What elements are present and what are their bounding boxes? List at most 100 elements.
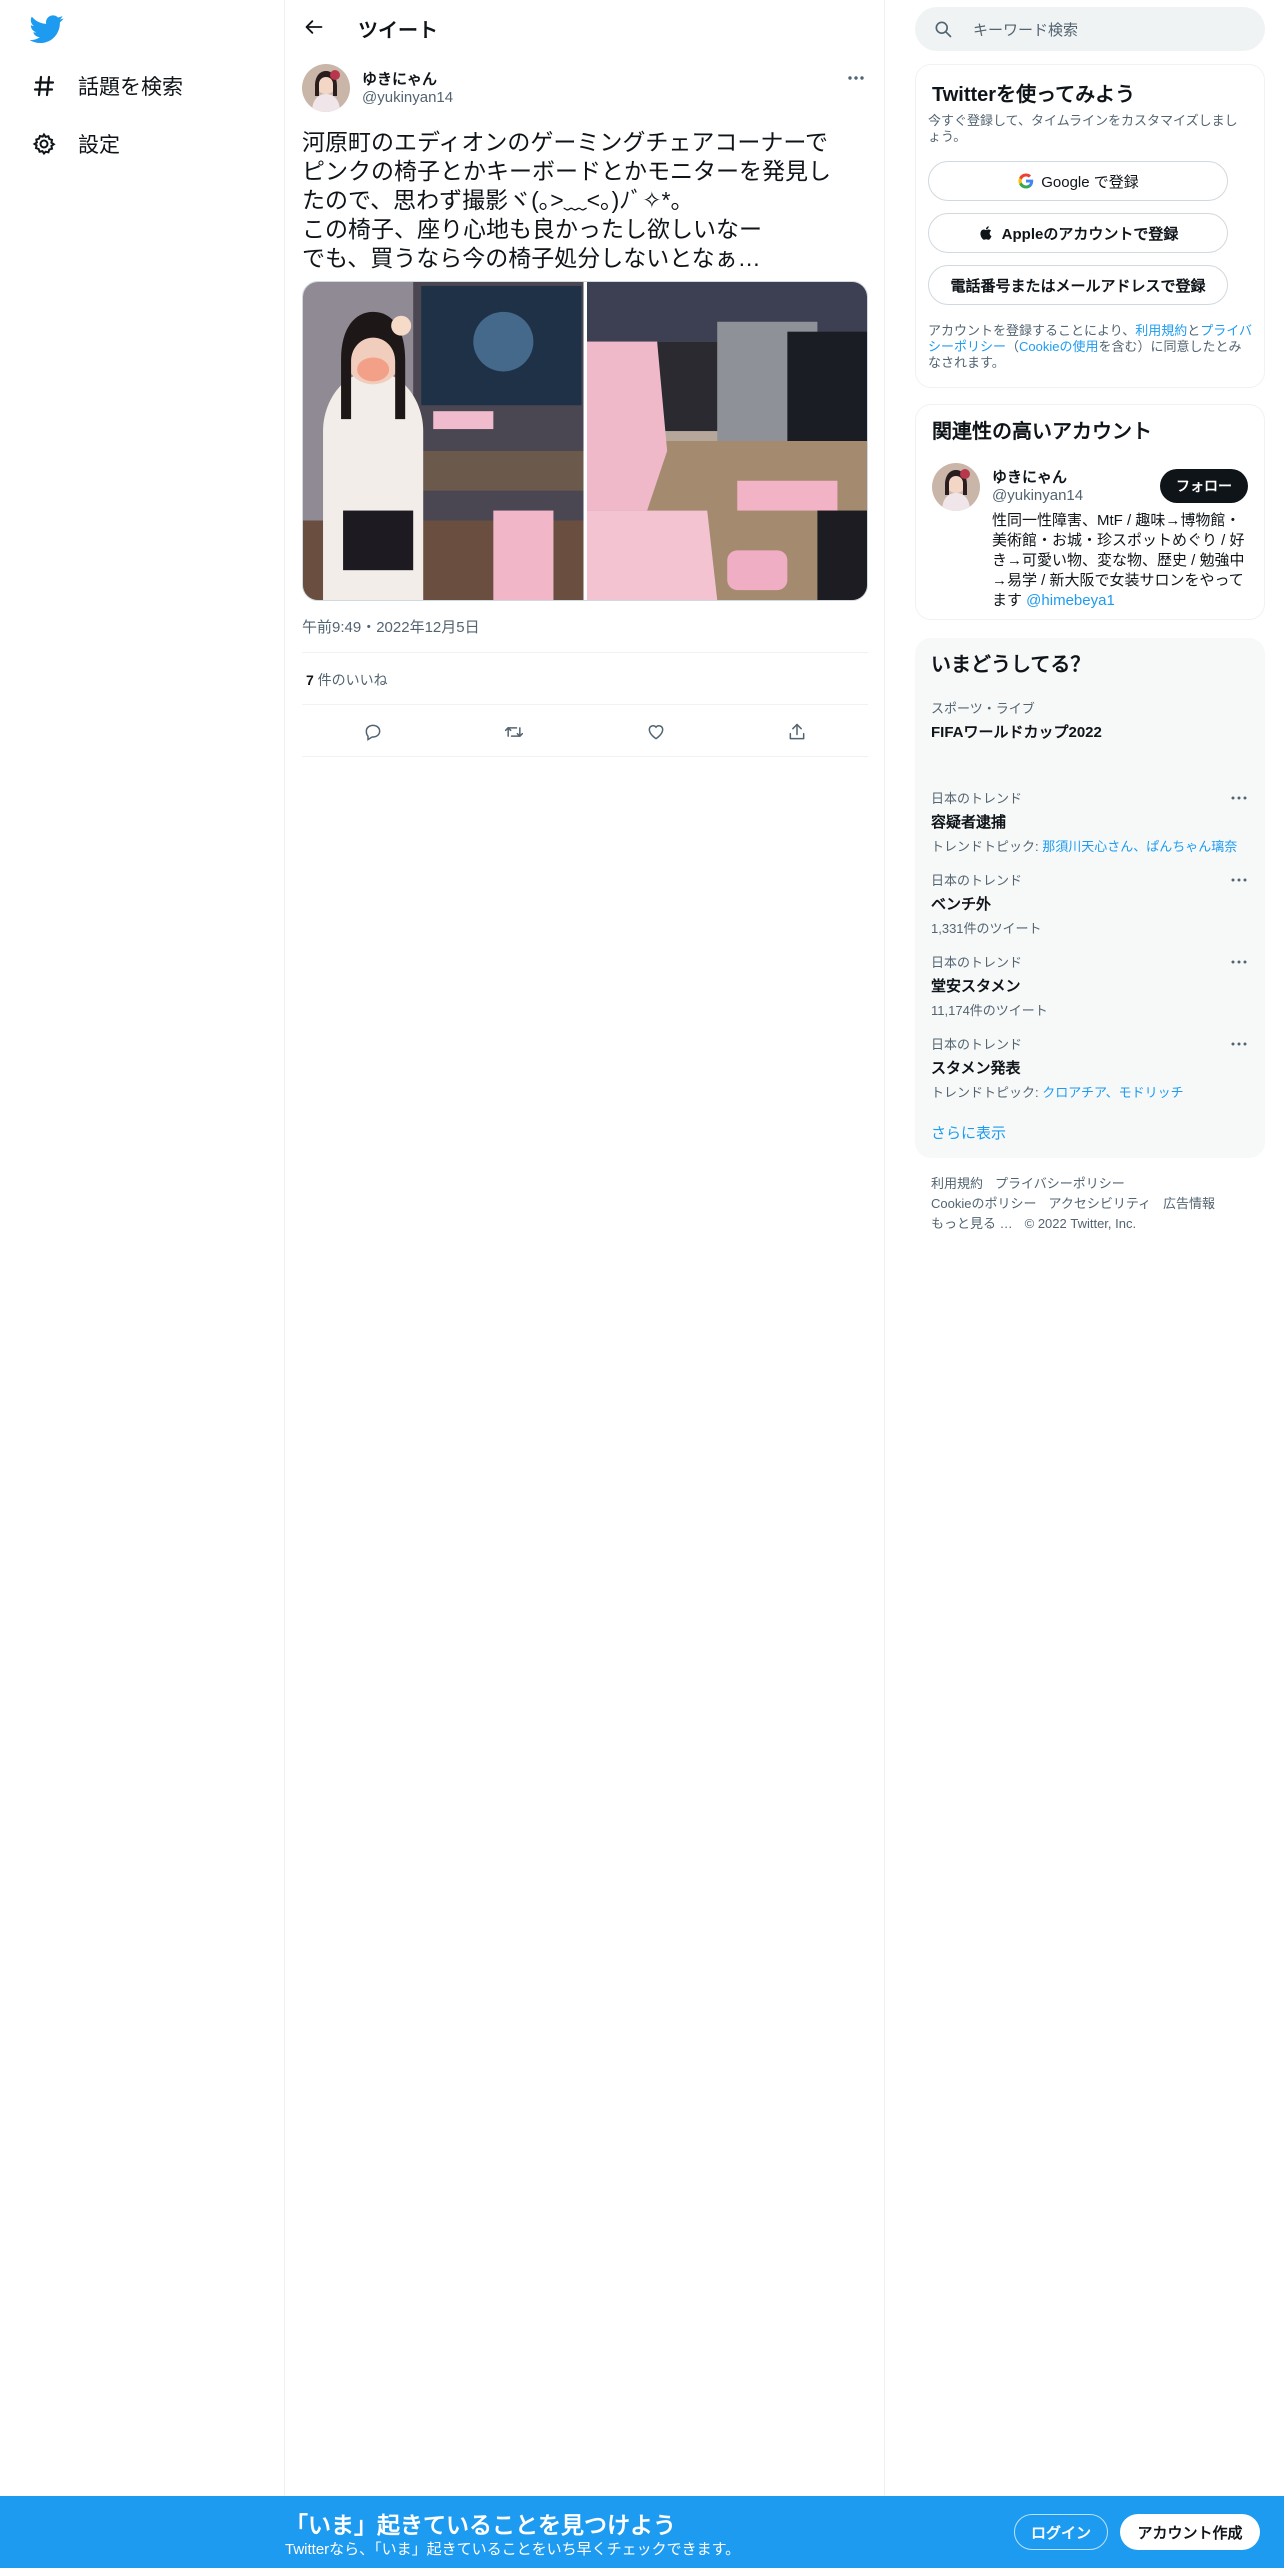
- trend-meta: トレンドトピック: クロアチア、モドリッチ: [931, 1082, 1249, 1101]
- twitter-logo-icon[interactable]: [29, 12, 64, 46]
- related-name[interactable]: ゆきにゃん: [992, 466, 1067, 487]
- trend-name: スタメン発表: [931, 1060, 1021, 1077]
- phone-email-signup-label: 電話番号またはメールアドレスで登録: [950, 277, 1206, 295]
- tweet-timestamp[interactable]: 午前9:49・2022年12月5日: [302, 616, 480, 637]
- likes-count: 7: [306, 672, 314, 688]
- trend-context: 日本のトレンド: [931, 873, 1023, 888]
- reply-icon[interactable]: [355, 714, 391, 750]
- author-handle[interactable]: @yukinyan14: [362, 89, 453, 106]
- legal-text: と: [1187, 323, 1201, 338]
- likes-label: 件のいいね: [313, 672, 388, 688]
- tweet-media: [302, 281, 868, 601]
- divider: [302, 756, 868, 757]
- trend-name: ベンチ外: [931, 896, 992, 913]
- main-column: ツイート ゆきにゃん @yukinyan14 河原町のエディオンのゲーミングチェ…: [285, 0, 885, 2568]
- footer-cookie-link[interactable]: Cookieのポリシー: [931, 1196, 1036, 1211]
- search-icon: [933, 19, 953, 39]
- bio-mention-link[interactable]: @himebeya1: [1026, 592, 1115, 609]
- left-nav: 話題を検索 設定: [0, 0, 285, 2568]
- more-options-icon[interactable]: [1229, 872, 1249, 888]
- main-header: ツイート: [285, 0, 885, 53]
- google-signup-button[interactable]: Google で登録: [928, 161, 1228, 201]
- trend-item[interactable]: 日本のトレンド 容疑者逮捕 トレンドトピック: 那須川天心さん、ぱんちゃん璃奈: [931, 788, 1249, 855]
- bottom-bar-title: 「いま」起きていることを見つけよう: [285, 2512, 676, 2538]
- divider: [302, 704, 868, 705]
- trend-context: スポーツ・ライブ: [931, 701, 1035, 716]
- footer-accessibility-link[interactable]: アクセシビリティ: [1048, 1196, 1151, 1211]
- tweet-photo-2[interactable]: [586, 282, 867, 600]
- more-options-icon[interactable]: [1229, 1036, 1249, 1052]
- related-accounts-card: 関連性の高いアカウント ゆきにゃん @yukinyan14 フォロー 性同一性障…: [915, 404, 1265, 620]
- more-options-icon[interactable]: [1229, 790, 1249, 806]
- search-placeholder: キーワード検索: [973, 21, 1079, 39]
- related-handle[interactable]: @yukinyan14: [992, 487, 1083, 504]
- footer-privacy-link[interactable]: プライバシーポリシー: [995, 1176, 1125, 1191]
- trend-topic-link[interactable]: 那須川天心さん、ぱんちゃん璃奈: [1042, 839, 1237, 854]
- trend-meta-text: トレンドトピック:: [931, 839, 1043, 854]
- follow-button[interactable]: フォロー: [1160, 469, 1248, 503]
- trend-name: FIFAワールドカップ2022: [931, 724, 1102, 741]
- footer-links: 利用規約 プライバシーポリシー Cookieのポリシー アクセシビリティ 広告情報 も…: [931, 1174, 1251, 1234]
- trend-item[interactable]: 日本のトレンド ベンチ外 1,331件のツイート: [931, 870, 1249, 937]
- bottom-signup-bar: 「いま」起きていることを見つけよう Twitterなら、「いま」起きていることを…: [0, 2496, 1284, 2568]
- apple-icon: [978, 224, 996, 242]
- footer-copyright: © 2022 Twitter, Inc.: [1024, 1216, 1137, 1231]
- trend-name: 堂安スタメン: [931, 978, 1021, 995]
- related-avatar[interactable]: [932, 463, 980, 511]
- cookie-link[interactable]: Cookieの使用: [1019, 339, 1098, 354]
- more-options-icon[interactable]: [844, 68, 868, 88]
- trend-context: 日本のトレンド: [931, 1037, 1023, 1052]
- login-button[interactable]: ログイン: [1014, 2514, 1108, 2550]
- more-options-icon[interactable]: [1229, 954, 1249, 970]
- trends-title: いまどうしてる？: [931, 654, 1091, 676]
- trend-meta: 1,331件のツイート: [931, 921, 1042, 936]
- related-card-title: 関連性の高いアカウント: [932, 421, 1152, 443]
- retweet-icon[interactable]: [496, 714, 532, 750]
- share-icon[interactable]: [779, 714, 815, 750]
- footer-terms-link[interactable]: 利用規約: [931, 1176, 983, 1191]
- trend-item[interactable]: 日本のトレンド 堂安スタメン 11,174件のツイート: [931, 952, 1249, 1019]
- divider: [302, 652, 868, 653]
- show-more-link[interactable]: さらに表示: [931, 1122, 1006, 1143]
- tweet-text: 河原町のエディオンのゲーミングチェアコーナーで ピンクの椅子とかキーボードとかモ…: [302, 129, 831, 271]
- bottom-bar-subtitle: Twitterなら、「いま」起きていることをいち早くチェックできます。: [285, 2541, 741, 2558]
- trends-card: いまどうしてる？ スポーツ・ライブ FIFAワールドカップ2022 日本のトレン…: [915, 638, 1265, 1158]
- likes-row[interactable]: 7 件のいいね: [306, 670, 388, 690]
- signup-legal-text: アカウントを登録することにより、利用規約とプライバシーポリシー（Cookieの使…: [928, 323, 1254, 371]
- trend-context: 日本のトレンド: [931, 955, 1023, 970]
- footer-more-link[interactable]: もっと見る …: [931, 1216, 1013, 1231]
- nav-settings-label: 設定: [78, 134, 120, 157]
- nav-explore-label: 話題を検索: [78, 76, 183, 99]
- trend-name: 容疑者逮捕: [931, 814, 1007, 831]
- author-avatar[interactable]: [302, 64, 350, 112]
- like-heart-icon[interactable]: [638, 714, 674, 750]
- signup-card-title: Twitterを使ってみよう: [932, 84, 1136, 106]
- signup-card-subtitle: 今すぐ登録して、タイムラインをカスタマイズしましょう。: [928, 113, 1238, 144]
- terms-link[interactable]: 利用規約: [1135, 323, 1187, 338]
- gear-icon: [30, 130, 58, 158]
- phone-email-signup-button[interactable]: 電話番号またはメールアドレスで登録: [928, 265, 1228, 305]
- footer-ads-link[interactable]: 広告情報: [1163, 1196, 1215, 1211]
- trend-item[interactable]: 日本のトレンド スタメン発表 トレンドトピック: クロアチア、モドリッチ: [931, 1034, 1249, 1101]
- apple-signup-button[interactable]: Appleのアカウントで登録: [928, 213, 1228, 253]
- nav-explore[interactable]: 話題を検索: [30, 66, 183, 106]
- author-name[interactable]: ゆきにゃん: [362, 68, 437, 89]
- trend-meta-text: トレンドトピック:: [931, 1085, 1043, 1100]
- trend-context: 日本のトレンド: [931, 791, 1023, 806]
- tweet-actions: [302, 712, 868, 752]
- related-bio: 性同一性障害、MtF / 趣味→博物館・美術館・お城・珍スポットめぐり / 好き…: [992, 511, 1254, 611]
- back-arrow-icon[interactable]: [300, 13, 328, 41]
- search-box[interactable]: キーワード検索: [915, 7, 1265, 51]
- tweet-photo-1[interactable]: [303, 282, 584, 600]
- nav-settings[interactable]: 設定: [30, 124, 120, 164]
- google-icon: [1017, 172, 1035, 190]
- create-account-button[interactable]: アカウント作成: [1120, 2514, 1260, 2550]
- hashtag-icon: [30, 72, 58, 100]
- apple-signup-label: Appleのアカウントで登録: [1001, 225, 1179, 243]
- trend-topic-link[interactable]: クロアチア、モドリッチ: [1042, 1085, 1183, 1100]
- page-title: ツイート: [358, 20, 438, 42]
- google-signup-label: Google で登録: [1041, 173, 1139, 191]
- trend-item[interactable]: スポーツ・ライブ FIFAワールドカップ2022: [931, 698, 1249, 742]
- trend-meta: 11,174件のツイート: [931, 1003, 1048, 1018]
- signup-card: Twitterを使ってみよう 今すぐ登録して、タイムラインをカスタマイズしましょ…: [915, 64, 1265, 388]
